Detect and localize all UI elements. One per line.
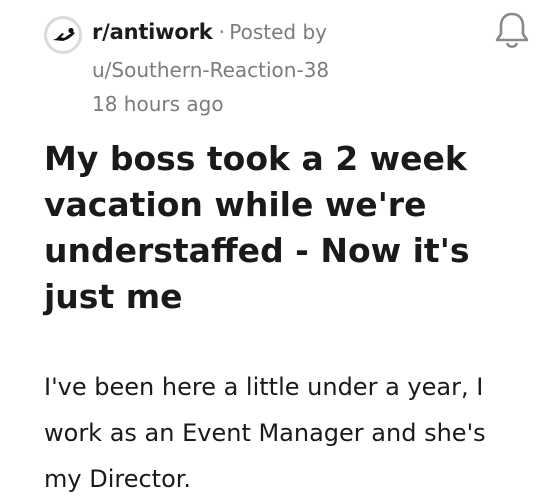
subreddit-avatar-icon[interactable] xyxy=(44,16,82,54)
post-timestamp: 18 hours ago xyxy=(92,92,224,116)
post-card: r/antiwork · Posted by u/Southern-Reaction… xyxy=(0,0,540,496)
post-title[interactable]: My boss took a 2 week vacation while we'… xyxy=(44,136,514,320)
subreddit-link[interactable]: r/antiwork xyxy=(92,20,213,44)
post-meta-line: r/antiwork · Posted by xyxy=(92,17,327,47)
meta-separator: · xyxy=(218,20,226,44)
bell-icon[interactable] xyxy=(492,10,532,52)
posted-by-label: Posted by xyxy=(229,20,327,44)
author-username-link[interactable]: u/Southern-Reaction-38 xyxy=(92,56,329,84)
post-header: r/antiwork · Posted by u/Southern-Reaction… xyxy=(44,12,524,122)
post-body: I've been here a little under a year, I … xyxy=(44,373,486,493)
reclining-figure-icon xyxy=(53,27,75,41)
